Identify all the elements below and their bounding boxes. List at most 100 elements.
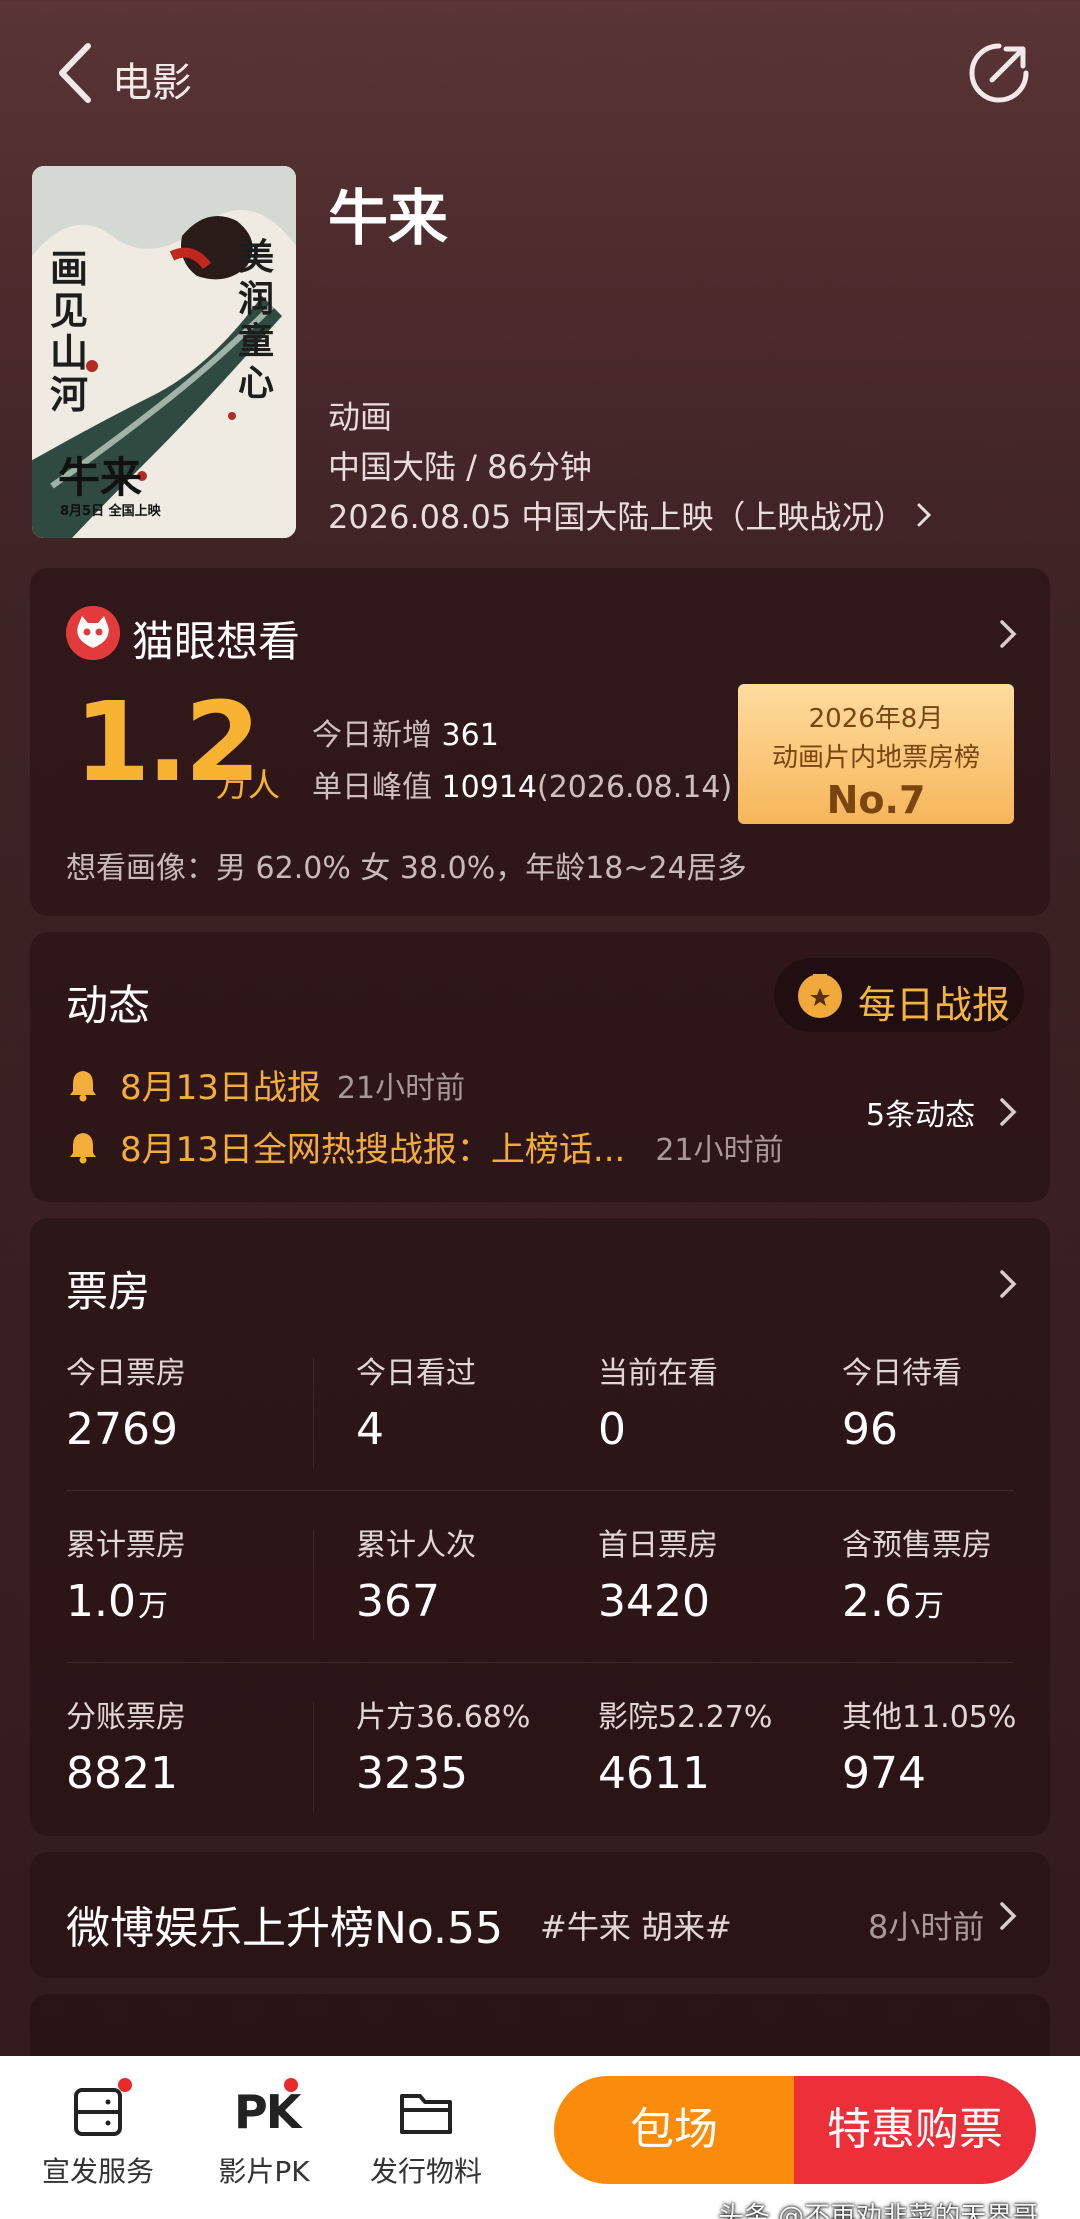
stat-label: 分账票房	[66, 1700, 186, 1735]
stat-label: 含预售票房	[842, 1528, 992, 1563]
notification-dot	[118, 2078, 132, 2092]
peak-value: 10914	[441, 770, 537, 805]
row-divider	[66, 1490, 1014, 1491]
stat-cell: 累计票房 1.0万	[66, 1520, 186, 1627]
chevron-right-icon	[917, 503, 932, 527]
news-card[interactable]: 动态 每日战报 8月13日战报 21小时前 8月13日全网热搜战报：上榜话...…	[30, 932, 1050, 1202]
stat-value: 4	[356, 1404, 384, 1455]
back-button[interactable]	[50, 38, 110, 108]
medal-icon	[798, 974, 842, 1018]
tab-promo-service[interactable]: 宣发服务	[18, 2078, 178, 2190]
weibo-rank: 微博娱乐上升榜No.55	[66, 1903, 504, 1954]
poster-left-text: 画见山河	[50, 246, 89, 417]
header-title[interactable]: 电影	[112, 50, 192, 108]
tab-movie-pk[interactable]: PK 影片PK	[184, 2078, 344, 2190]
movie-poster[interactable]: 画见山河 美润童心 牛来 8月5日 全国上映	[32, 166, 296, 538]
rank-category: 动画片内地票房榜	[771, 743, 980, 773]
release-info: 2026.08.05 中国大陆上映（上映战况）	[328, 498, 906, 536]
today-new-stat: 今日新增 361	[312, 710, 499, 754]
rank-badge[interactable]: 2026年8月 动画片内地票房榜 No.7	[738, 684, 1014, 824]
stat-value: 4611	[598, 1748, 710, 1799]
want-to-see-card[interactable]: 猫眼想看 1.2 万人 今日新增 361 单日峰值 10914(2026.08.…	[30, 568, 1050, 916]
stat-cell: 今日待看 96	[842, 1348, 962, 1455]
stat-value: 1.0	[66, 1576, 136, 1627]
stat-unit: 万	[137, 1589, 168, 1624]
news-item-title: 8月13日战报	[120, 1068, 321, 1108]
bell-icon	[70, 1070, 96, 1101]
stat-label: 其他11.05%	[842, 1700, 1017, 1735]
news-item[interactable]: 8月13日战报 21小时前	[66, 1060, 465, 1109]
today-new-label: 今日新增	[312, 718, 432, 753]
want-unit: 万人	[216, 766, 281, 804]
stat-value: 3235	[356, 1748, 468, 1799]
watermark: 头条 @不再劝韭菜的天界哥	[718, 2202, 1039, 2219]
movie-genre: 动画	[328, 398, 393, 436]
daily-report-button[interactable]: 每日战报	[774, 958, 1024, 1032]
chevron-right-icon	[1000, 1270, 1017, 1298]
stat-label: 首日票房	[598, 1528, 718, 1563]
next-card-peek	[30, 1994, 1050, 2056]
stat-label: 累计人次	[356, 1528, 476, 1563]
news-item-time: 21小时前	[655, 1132, 784, 1168]
chevron-right-icon	[1000, 1098, 1017, 1126]
weibo-time: 8小时前	[868, 1908, 985, 1946]
tab-label: 宣发服务	[41, 2155, 154, 2188]
box-office-card[interactable]: 票房 今日票房 2769 今日看过 4 当前在看 0 今日待看 96 累计票房 …	[30, 1218, 1050, 1836]
today-new-value: 361	[441, 718, 499, 753]
stat-value: 367	[356, 1576, 440, 1627]
peak-date: (2026.08.14)	[536, 770, 733, 805]
want-title: 猫眼想看	[132, 617, 301, 666]
stat-value: 0	[598, 1404, 626, 1455]
news-item-time: 21小时前	[336, 1070, 466, 1106]
top-header: 电影	[0, 0, 1080, 150]
stat-label: 今日待看	[842, 1356, 962, 1391]
column-divider	[313, 1702, 314, 1812]
stat-cell: 其他11.05% 974	[842, 1692, 1016, 1799]
booking-button[interactable]: 包场	[554, 2076, 794, 2184]
news-title: 动态	[66, 981, 151, 1030]
stat-cell: 首日票房 3420	[598, 1520, 718, 1627]
weibo-hashtag: #牛来 胡来#	[540, 1908, 732, 1946]
weibo-rank-card[interactable]: 微博娱乐上升榜No.55 #牛来 胡来# 8小时前	[30, 1852, 1050, 1978]
column-divider	[313, 1358, 314, 1468]
service-icon	[68, 2078, 132, 2142]
stat-cell: 含预售票房 2.6万	[842, 1520, 992, 1627]
chevron-right-icon	[1000, 620, 1017, 648]
pk-icon: PK	[234, 2078, 301, 2142]
peak-label: 单日峰值	[312, 770, 432, 805]
column-divider	[313, 1530, 314, 1640]
share-button[interactable]	[966, 40, 1032, 106]
buy-ticket-button[interactable]: 特惠购票	[794, 2076, 1036, 2184]
stat-value: 96	[842, 1404, 898, 1455]
poster-title: 牛来	[58, 453, 143, 502]
release-info-link[interactable]: 2026.08.05 中国大陆上映（上映战况）	[328, 492, 933, 538]
rank-period: 2026年8月	[808, 704, 944, 734]
pk-glyph: PK	[234, 2085, 301, 2139]
poster-date: 8月5日 全国上映	[60, 504, 161, 519]
stat-value: 2769	[66, 1404, 178, 1455]
row-divider	[66, 1662, 1014, 1663]
stat-label: 当前在看	[598, 1356, 718, 1391]
stat-label: 累计票房	[66, 1528, 186, 1563]
audience-portrait: 想看画像：男 62.0% 女 38.0%，年龄18~24居多	[66, 851, 747, 886]
stat-cell: 影院52.27% 4611	[598, 1692, 772, 1799]
rank-number: No.7	[826, 778, 926, 822]
news-item[interactable]: 8月13日全网热搜战报：上榜话... 21小时前	[66, 1122, 784, 1171]
tab-label: 发行物料	[369, 2155, 482, 2188]
stat-cell: 片方36.68% 3235	[356, 1692, 530, 1799]
stat-cell: 累计人次 367	[356, 1520, 476, 1627]
stat-cell: 今日票房 2769	[66, 1348, 186, 1455]
tab-release-materials[interactable]: 发行物料	[346, 2082, 506, 2190]
stat-cell: 今日看过 4	[356, 1348, 476, 1455]
stat-unit: 万	[913, 1589, 944, 1624]
chevron-right-icon	[1000, 1902, 1017, 1930]
folder-icon	[396, 2082, 456, 2142]
stat-label: 片方36.68%	[356, 1700, 531, 1735]
news-more-link[interactable]: 5条动态	[866, 1090, 975, 1134]
stat-label: 影院52.27%	[598, 1700, 773, 1735]
movie-region-duration: 中国大陆 / 86分钟	[328, 448, 592, 486]
stat-cell: 分账票房 8821	[66, 1692, 186, 1799]
bell-icon	[70, 1132, 96, 1163]
share-icon	[969, 43, 1029, 103]
daily-report-label: 每日战报	[858, 983, 1011, 1027]
